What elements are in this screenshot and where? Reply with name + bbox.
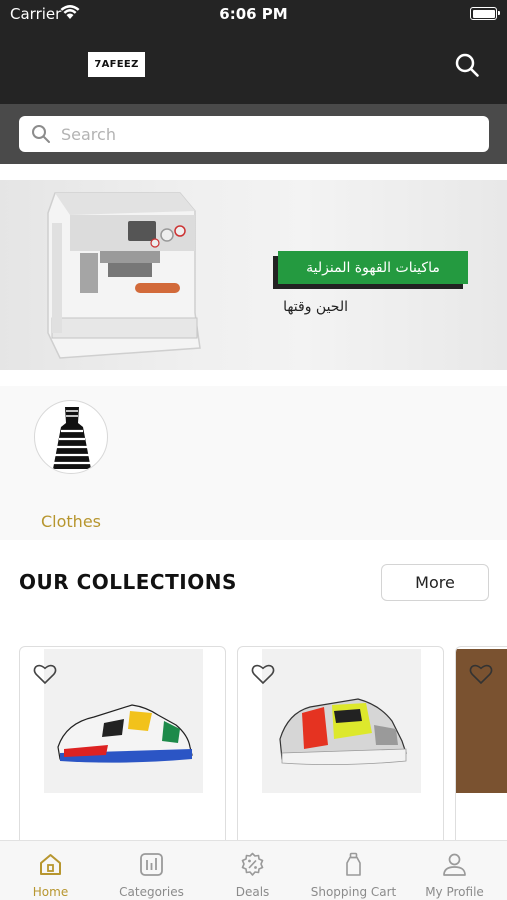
heart-icon[interactable] <box>469 663 493 685</box>
tab-label: Categories <box>119 885 184 899</box>
home-icon <box>40 854 61 875</box>
search-box[interactable] <box>19 116 489 152</box>
heart-icon[interactable] <box>33 663 57 685</box>
tab-deals[interactable]: Deals <box>202 841 303 900</box>
banner-subline: الحين وقتها <box>283 299 348 315</box>
product-image <box>262 649 421 793</box>
bottom-tab-bar: Home Categories Deals Shopping Cart My P… <box>0 840 507 900</box>
brand-logo[interactable]: 7AFEEZ <box>88 52 145 77</box>
sneaker-image <box>57 704 193 763</box>
category-item-clothes[interactable]: Clothes <box>34 400 108 531</box>
tab-label: My Profile <box>425 885 484 899</box>
more-button[interactable]: More <box>381 564 489 601</box>
search-field-icon <box>32 125 50 143</box>
search-bar-container <box>0 104 507 164</box>
tab-home[interactable]: Home <box>0 841 101 900</box>
tab-my-profile[interactable]: My Profile <box>404 841 505 900</box>
product-card[interactable] <box>237 646 444 846</box>
tab-shopping-cart[interactable]: Shopping Cart <box>303 841 404 900</box>
logo-text: 7AFEEZ <box>94 59 139 70</box>
category-image <box>34 400 108 474</box>
promo-banner[interactable]: ماكينات القهوة المنزلية الحين وقتها <box>0 180 507 370</box>
heart-icon[interactable] <box>251 663 275 685</box>
status-bar: Carrier 6:06 PM <box>0 0 507 28</box>
category-label: Clothes <box>41 512 101 531</box>
product-card[interactable] <box>19 646 226 846</box>
banner-headline-text: ماكينات القهوة المنزلية <box>306 259 440 276</box>
product-image <box>44 649 203 793</box>
coffee-machine-image <box>47 192 201 359</box>
tab-label: Deals <box>235 885 270 899</box>
tab-label: Shopping Cart <box>310 885 397 899</box>
battery-icon <box>470 7 500 20</box>
profile-icon <box>443 853 466 876</box>
categories-strip: Clothes <box>0 386 507 540</box>
dress-image <box>53 407 91 469</box>
app-header: 7AFEEZ <box>0 28 507 104</box>
tab-categories[interactable]: Categories <box>101 841 202 900</box>
tab-label: Home <box>32 885 69 899</box>
collections-title: OUR COLLECTIONS <box>19 570 237 594</box>
product-card[interactable] <box>455 646 507 846</box>
banner-headline: ماكينات القهوة المنزلية <box>278 251 468 284</box>
categories-icon <box>140 853 163 876</box>
cart-icon <box>346 852 361 876</box>
deals-icon <box>241 852 264 876</box>
sneaker-image <box>279 698 407 765</box>
search-input[interactable] <box>61 116 471 152</box>
clock: 6:06 PM <box>219 5 288 23</box>
search-icon[interactable] <box>454 52 480 78</box>
